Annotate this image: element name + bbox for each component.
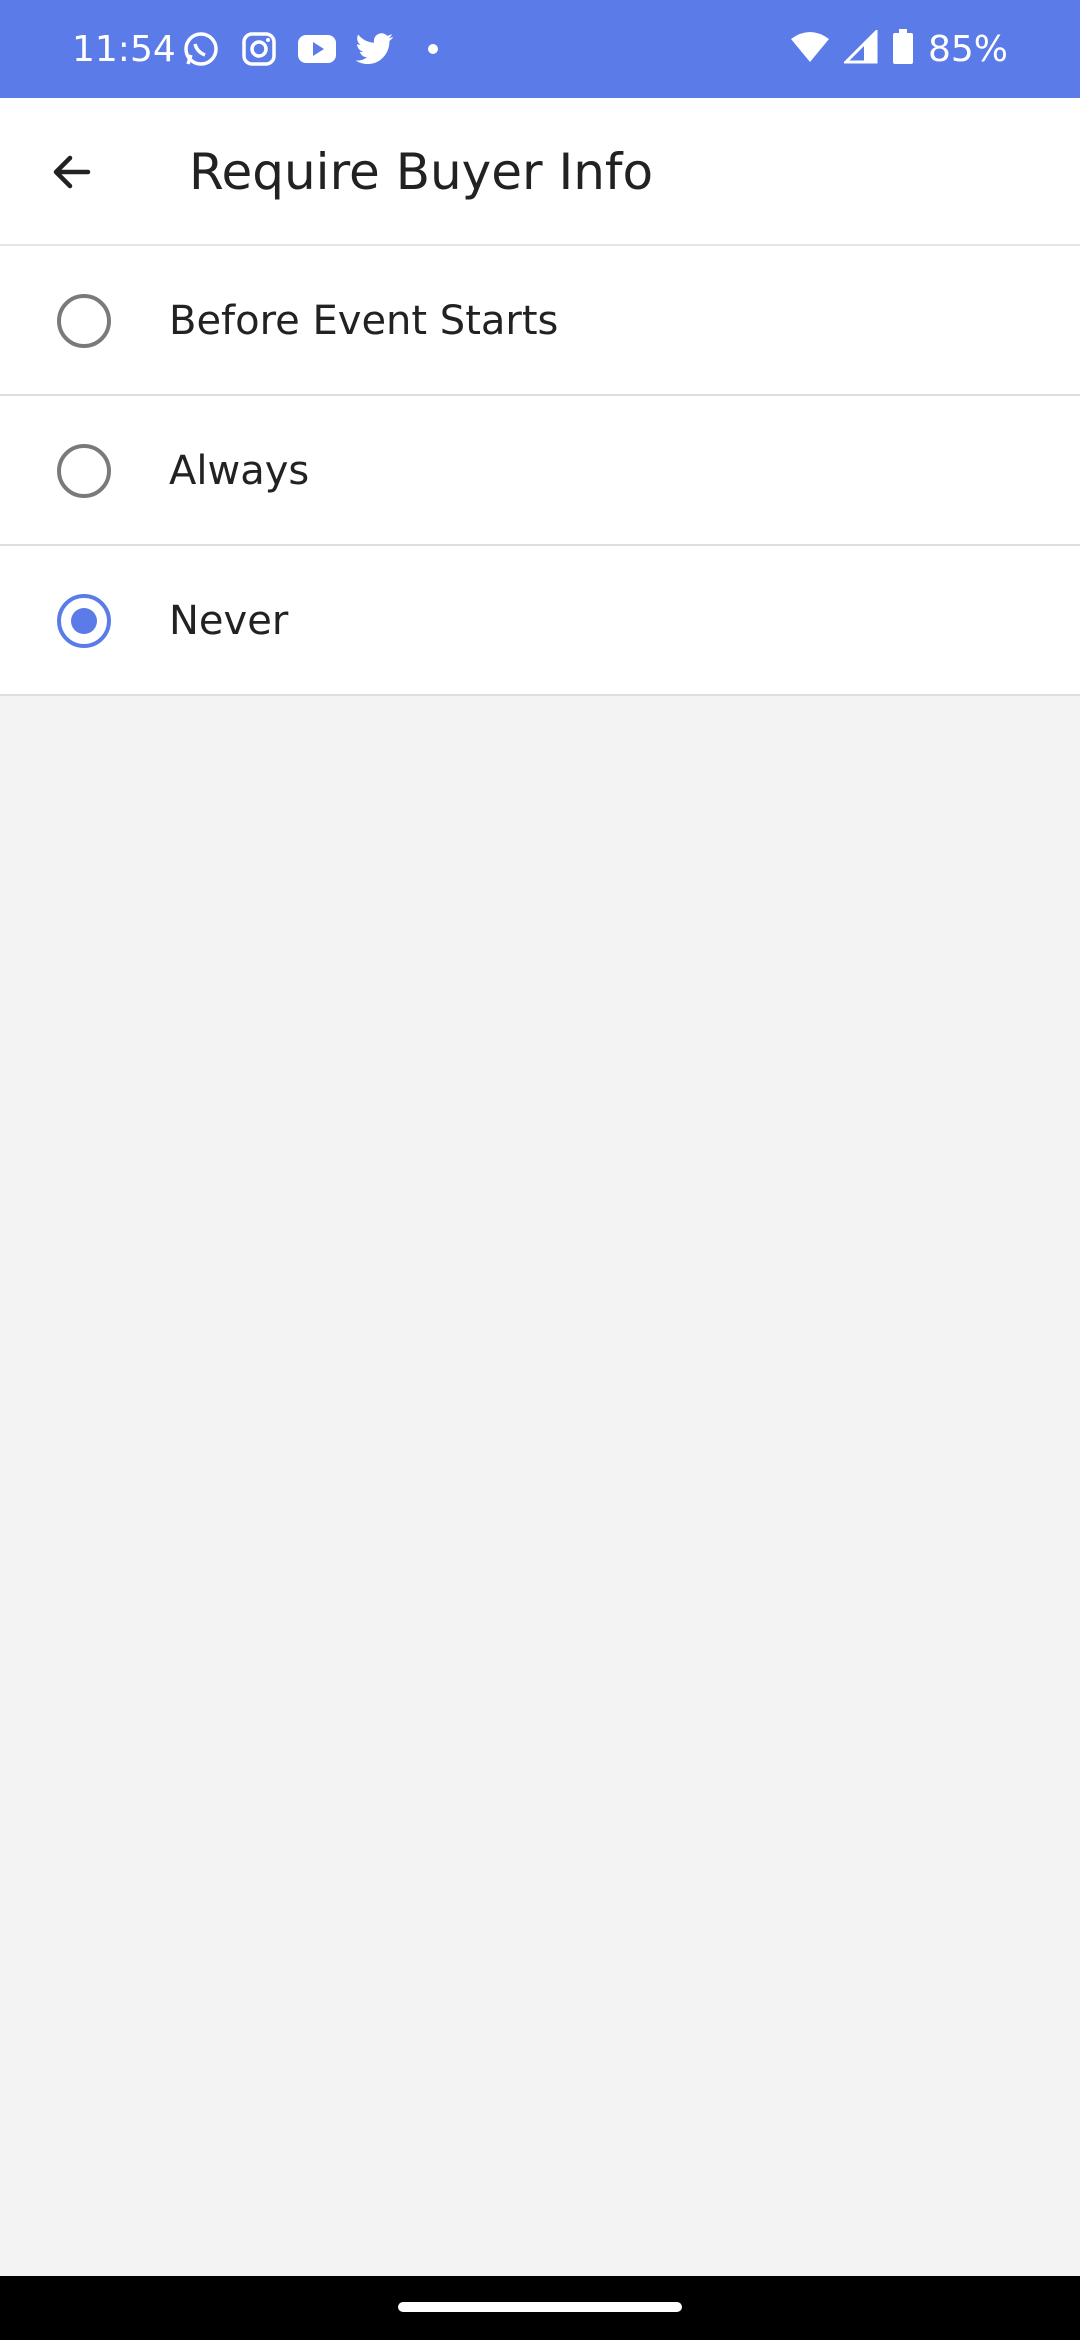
twitter-icon	[354, 28, 396, 70]
system-indicators: 85%	[790, 0, 1008, 98]
page-title: Require Buyer Info	[189, 143, 654, 201]
option-label: Before Event Starts	[169, 298, 559, 344]
battery-icon	[892, 28, 914, 70]
option-before-event-starts[interactable]: Before Event Starts	[0, 246, 1080, 396]
option-label: Never	[169, 598, 289, 644]
option-label: Always	[169, 448, 310, 494]
arrow-left-icon	[53, 155, 91, 189]
instagram-icon	[238, 28, 280, 70]
wifi-icon	[790, 31, 830, 68]
option-always[interactable]: Always	[0, 396, 1080, 546]
dot-icon	[412, 28, 454, 70]
notification-icons	[180, 28, 454, 70]
signal-icon	[842, 27, 878, 69]
radio-button[interactable]	[57, 294, 111, 348]
radio-button-selected[interactable]	[57, 594, 111, 648]
battery-percent: 85%	[927, 28, 1008, 70]
home-indicator[interactable]	[398, 2302, 682, 2312]
status-time: 11:54	[72, 28, 176, 70]
options-list: Before Event Starts Always Never	[0, 246, 1080, 696]
whatsapp-icon	[180, 28, 222, 70]
navigation-bar	[0, 2276, 1080, 2340]
option-never[interactable]: Never	[0, 546, 1080, 696]
app-bar: Require Buyer Info	[0, 98, 1080, 246]
status-bar: 11:54 85%	[0, 0, 1080, 98]
radio-button[interactable]	[57, 444, 111, 498]
back-button[interactable]	[34, 134, 110, 210]
youtube-icon	[296, 28, 338, 70]
